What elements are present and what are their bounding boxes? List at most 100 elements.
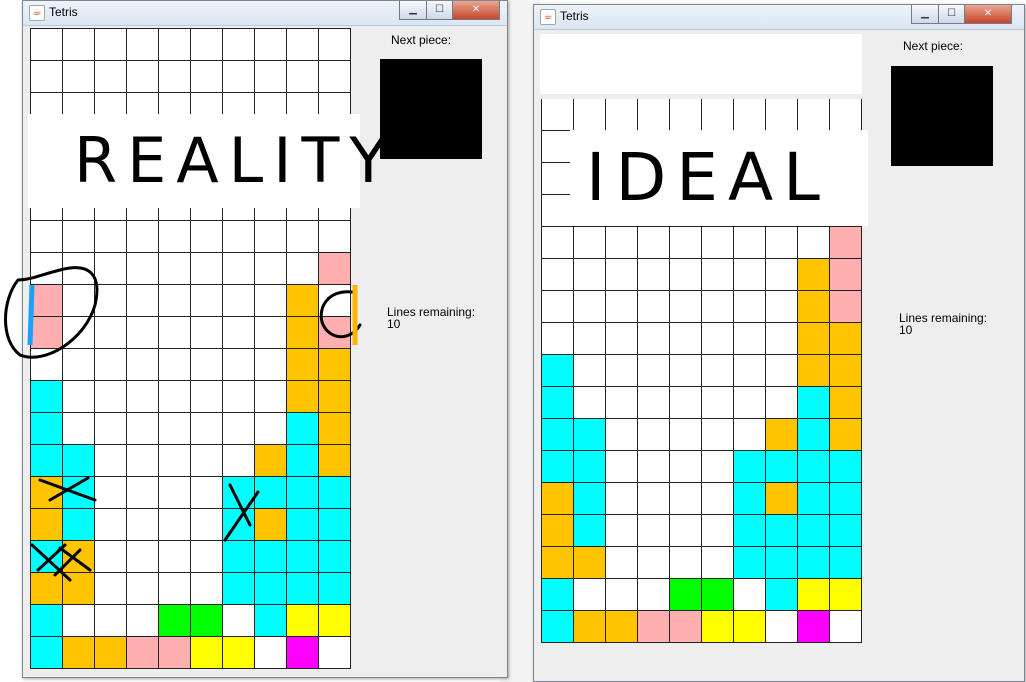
board-cell	[702, 451, 734, 483]
board-cell	[798, 259, 830, 291]
board-cell	[798, 291, 830, 323]
minimize-button[interactable]: ▁	[399, 1, 427, 20]
close-button[interactable]: ✕	[964, 5, 1012, 24]
board-cell	[159, 317, 191, 349]
board-cell	[159, 29, 191, 61]
board-cell	[574, 323, 606, 355]
board-cell	[606, 259, 638, 291]
board-cell	[159, 253, 191, 285]
board-cell	[191, 317, 223, 349]
board-cell	[319, 445, 351, 477]
board-cell	[606, 451, 638, 483]
board-cell	[574, 611, 606, 643]
board-cell	[255, 221, 287, 253]
board-cell	[702, 99, 734, 131]
board-cell	[574, 515, 606, 547]
close-button[interactable]: ✕	[452, 1, 500, 20]
board-cell	[319, 61, 351, 93]
board-cell	[734, 547, 766, 579]
board-cell	[95, 29, 127, 61]
board-cell	[798, 611, 830, 643]
board-cell	[830, 323, 862, 355]
board-cell	[191, 253, 223, 285]
board-cell	[319, 349, 351, 381]
board-cell	[31, 221, 63, 253]
board-cell	[95, 317, 127, 349]
board-cell	[223, 445, 255, 477]
board-cell	[319, 637, 351, 669]
board-cell	[766, 387, 798, 419]
board-cell	[734, 515, 766, 547]
board-cell	[95, 477, 127, 509]
board-cell	[702, 355, 734, 387]
board-cell	[670, 483, 702, 515]
board-cell	[127, 605, 159, 637]
board-cell	[63, 61, 95, 93]
board-cell	[63, 381, 95, 413]
board-cell	[670, 323, 702, 355]
window-title: Tetris	[560, 9, 589, 23]
board-cell	[63, 29, 95, 61]
minimize-button[interactable]: ▁	[911, 5, 939, 24]
board-cell	[63, 285, 95, 317]
board-cell	[702, 579, 734, 611]
board-cell	[734, 451, 766, 483]
board-cell	[159, 445, 191, 477]
board-cell	[31, 445, 63, 477]
board-cell	[702, 291, 734, 323]
board-cell	[830, 515, 862, 547]
board-cell	[63, 509, 95, 541]
board-cell	[319, 413, 351, 445]
board-cell	[638, 387, 670, 419]
board-cell	[255, 349, 287, 381]
board-cell	[670, 387, 702, 419]
board-cell	[159, 381, 191, 413]
board-cell	[95, 605, 127, 637]
title-bar[interactable]: ☕ Tetris ▁ ☐ ✕	[23, 1, 507, 26]
board-cell	[191, 477, 223, 509]
board-cell	[574, 547, 606, 579]
board-cell	[734, 579, 766, 611]
board-cell	[830, 99, 862, 131]
maximize-button[interactable]: ☐	[938, 5, 965, 24]
board-cell	[734, 259, 766, 291]
board-cell	[638, 579, 670, 611]
board-cell	[798, 99, 830, 131]
board-cell	[223, 61, 255, 93]
board-cell	[127, 509, 159, 541]
board-cell	[127, 61, 159, 93]
tetris-window-reality[interactable]: ☕ Tetris ▁ ☐ ✕ Next piece: Lines remaini…	[22, 0, 508, 678]
board-cell	[191, 445, 223, 477]
board-cell	[287, 413, 319, 445]
next-piece-label: Next piece:	[391, 33, 452, 47]
tetris-window-ideal[interactable]: ☕ Tetris ▁ ☐ ✕ Next piece: Lines remaini…	[533, 4, 1025, 682]
board-cell	[63, 605, 95, 637]
board-cell	[223, 317, 255, 349]
maximize-button[interactable]: ☐	[426, 1, 453, 20]
board-cell	[287, 509, 319, 541]
board-cell	[223, 349, 255, 381]
board-cell	[191, 413, 223, 445]
board-cell	[319, 253, 351, 285]
board-cell	[702, 387, 734, 419]
board-cell	[223, 29, 255, 61]
board-cell	[830, 483, 862, 515]
board-cell	[95, 573, 127, 605]
next-piece-label: Next piece:	[903, 39, 964, 53]
board-cell	[255, 381, 287, 413]
board-cell	[542, 259, 574, 291]
board-cell	[830, 611, 862, 643]
board-cell	[319, 317, 351, 349]
board-cell	[606, 355, 638, 387]
board-cell	[670, 579, 702, 611]
board-cell	[63, 477, 95, 509]
board-cell	[287, 445, 319, 477]
board-cell	[95, 541, 127, 573]
title-bar[interactable]: ☕ Tetris ▁ ☐ ✕	[534, 5, 1024, 30]
board-cell	[638, 515, 670, 547]
board-cell	[191, 381, 223, 413]
next-piece-preview	[891, 66, 993, 166]
board-cell	[766, 419, 798, 451]
board-cell	[734, 227, 766, 259]
board-cell	[830, 355, 862, 387]
